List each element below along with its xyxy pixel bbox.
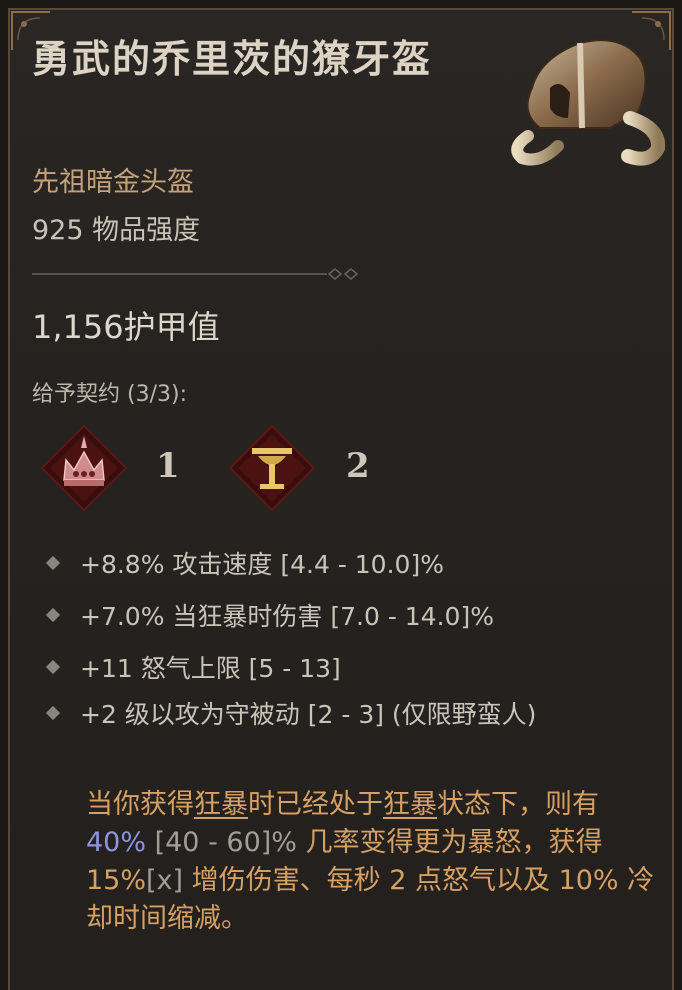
berserk-keyword[interactable]: 狂暴: [194, 789, 248, 820]
affix-line: +11 怒气上限 [5 - 13]: [45, 650, 648, 688]
ferocity-crown-icon: [40, 424, 128, 512]
diamond-bullet-icon: [45, 607, 61, 623]
pact-count: 1: [156, 446, 180, 486]
item-type: 先祖暗金头盔: [32, 167, 194, 198]
diamond-bullet-icon: [45, 659, 61, 675]
affix-line: +8.8% 攻击速度 [4.4 - 10.0]%: [45, 546, 648, 584]
item-power: 925 物品强度: [32, 215, 201, 246]
helmet-icon: [511, 39, 666, 166]
divinity-chalice-icon: [228, 424, 316, 512]
pact-label: 给予契约 (3/3):: [32, 382, 187, 407]
diamond-bullet-icon: [45, 705, 61, 721]
affix-line: +7.0% 当狂暴时伤害 [7.0 - 14.0]%: [45, 598, 648, 636]
armor-value: 1,156护甲值: [32, 308, 220, 346]
berserk-keyword[interactable]: 狂暴: [383, 789, 437, 820]
item-tooltip: 勇武的乔里茨的獠牙盔 先祖暗金头盔 925 物品强度 1,156护甲值 给予契约…: [8, 8, 674, 990]
pact-count: 2: [346, 446, 370, 486]
item-name: 勇武的乔里茨的獠牙盔: [32, 36, 433, 81]
diamond-bullet-icon: [45, 555, 61, 571]
aspect-roll-value: 40%: [86, 827, 147, 858]
affix-line: +2 级以攻为守被动 [2 - 3] (仅限野蛮人): [45, 696, 644, 734]
divider: [32, 268, 359, 280]
legendary-aspect: 当你获得狂暴时已经处于狂暴状态下，则有 40% [40 - 60]% 几率变得更…: [86, 789, 655, 934]
